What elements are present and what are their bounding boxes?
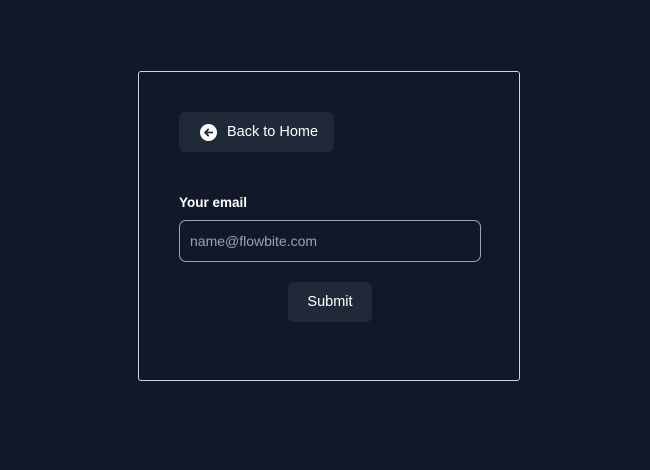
submit-button[interactable]: Submit [288,282,372,322]
arrow-left-circle-icon [200,123,217,141]
back-to-home-button[interactable]: Back to Home [179,112,334,152]
back-to-home-label: Back to Home [227,124,319,140]
email-label: Your email [179,195,248,210]
form-card: Back to Home Your email Submit [138,71,520,381]
email-input[interactable] [179,220,481,262]
